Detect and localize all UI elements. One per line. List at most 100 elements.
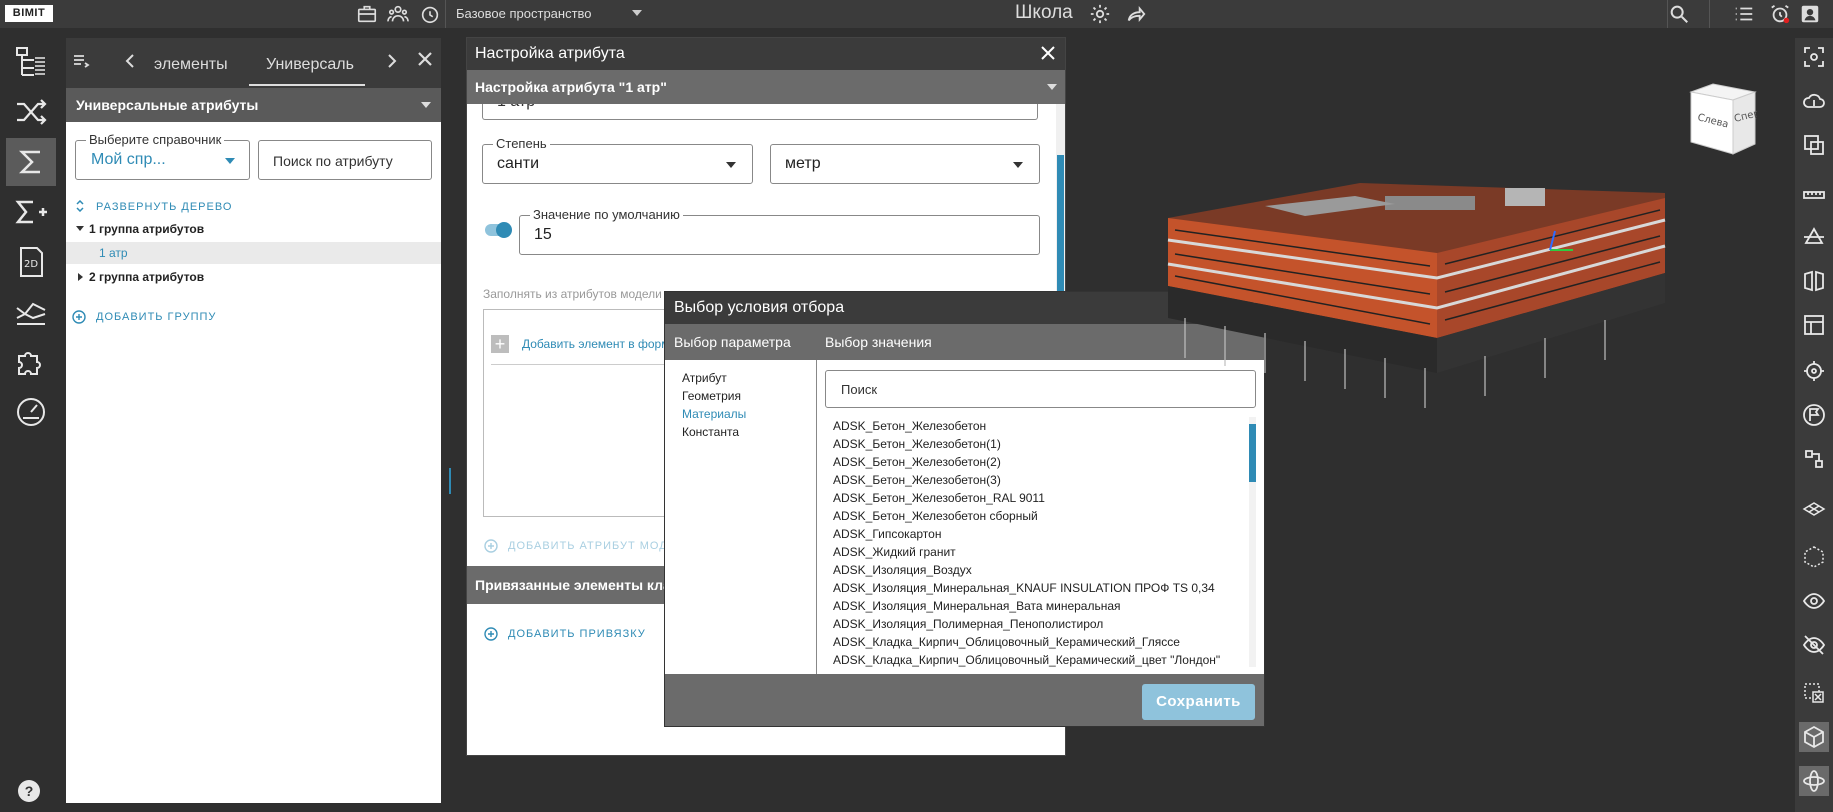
project-title: Школа xyxy=(1015,2,1073,23)
add-model-attribute-link[interactable]: ДОБАВИТЬ АТРИБУТ МОДЕЛ xyxy=(508,540,684,552)
chevron-down-icon[interactable] xyxy=(726,162,736,168)
add-group-link[interactable]: ДОБАВИТЬ ГРУППУ xyxy=(96,311,216,323)
attribute-search-placeholder: Поиск по атрибуту xyxy=(273,153,393,169)
unit-select[interactable]: метр xyxy=(770,144,1040,184)
param-item-materials[interactable]: Материалы xyxy=(682,407,746,421)
expand-icon[interactable] xyxy=(75,199,85,213)
list-item[interactable]: ADSK_Изоляция_Полимерная_Пенополистирол xyxy=(833,617,1103,631)
app-logo[interactable]: BIMIT xyxy=(5,5,53,22)
attribute-settings-scroll-thumb[interactable] xyxy=(1057,155,1064,295)
tree-group-1[interactable]: 1 группа атрибутов xyxy=(89,222,204,236)
focus-icon[interactable] xyxy=(1799,42,1829,72)
unit-value: метр xyxy=(785,155,821,172)
list-item[interactable]: ADSK_Бетон_Железобетон xyxy=(833,419,986,433)
puzzle-button[interactable] xyxy=(6,338,56,386)
2d-button[interactable]: 2D xyxy=(6,238,56,286)
tab-elements[interactable]: элементы xyxy=(154,56,228,74)
clock-icon[interactable] xyxy=(419,3,441,25)
add-circle-icon[interactable] xyxy=(72,310,86,324)
alarm-icon[interactable] xyxy=(1769,3,1791,25)
left-panel-header[interactable]: Универсальные атрибуты xyxy=(66,88,441,122)
default-value-field[interactable]: Значение по умолчанию 15 xyxy=(519,207,1040,255)
caret-down-icon[interactable] xyxy=(76,226,84,231)
clear-selection-icon[interactable] xyxy=(1799,678,1829,708)
space-select[interactable]: Базовое пространство xyxy=(456,6,592,21)
dictionary-select[interactable]: Выберите справочник Мой спр... xyxy=(75,132,250,180)
chevron-right-icon[interactable] xyxy=(385,52,399,75)
chevron-down-icon[interactable] xyxy=(225,158,235,164)
fill-from-label: Заполнять из атрибутов модели xyxy=(483,287,662,301)
param-item-constant[interactable]: Константа xyxy=(682,425,739,439)
tab-universal[interactable]: Универсаль xyxy=(266,56,382,74)
eye-icon[interactable] xyxy=(1799,586,1829,616)
help-button[interactable]: ? xyxy=(18,780,40,802)
attribute-settings-subheader-overlay[interactable]: Настройка атрибута "1 атр" xyxy=(467,70,1065,104)
list-item[interactable]: ADSK_Бетон_Железобетон_RAL 9011 xyxy=(833,491,1045,505)
expand-tree-link[interactable]: РАЗВЕРНУТЬ ДЕРЕВО xyxy=(96,201,232,213)
add-binding-link[interactable]: ДОБАВИТЬ ПРИВЯЗКУ xyxy=(508,628,646,640)
sum-button[interactable] xyxy=(6,138,56,186)
target-icon[interactable] xyxy=(1799,356,1829,386)
chevron-down-icon[interactable] xyxy=(632,10,642,16)
briefcase-icon[interactable] xyxy=(356,3,378,25)
tree-structure-button[interactable] xyxy=(6,38,56,86)
chevron-left-icon[interactable] xyxy=(123,52,137,75)
grid-plane-icon[interactable] xyxy=(1799,492,1829,522)
add-square-icon[interactable]: + xyxy=(491,335,509,353)
degree-select[interactable]: Степень санти xyxy=(482,136,753,184)
param-item-attribute[interactable]: Атрибут xyxy=(682,371,727,385)
account-icon[interactable] xyxy=(1799,3,1821,25)
add-formula-element-link[interactable]: Добавить элемент в форм xyxy=(522,337,669,351)
solid-view-icon[interactable] xyxy=(1799,722,1829,752)
top-divider xyxy=(445,0,446,28)
add-circle-icon[interactable] xyxy=(484,539,498,553)
eye-off-icon[interactable] xyxy=(1799,630,1829,660)
list-item[interactable]: ADSK_Бетон_Железобетон(1) xyxy=(833,437,1001,451)
list-item[interactable]: ADSK_Гипсокартон xyxy=(833,527,941,541)
selection-dialog-title: Выбор условия отбора xyxy=(674,299,845,316)
default-value-toggle-knob[interactable] xyxy=(496,222,512,238)
attribute-settings-subtitle: Настройка атрибута "1 атр" xyxy=(475,79,667,95)
close-icon[interactable] xyxy=(1040,45,1056,64)
gauge-button[interactable] xyxy=(6,388,56,436)
orbit-icon[interactable] xyxy=(1799,766,1829,796)
gear-icon[interactable] xyxy=(1089,3,1111,25)
shuffle-button[interactable] xyxy=(6,88,56,136)
list-item[interactable]: ADSK_Бетон_Железобетон(2) xyxy=(833,455,1001,469)
tree-group-2[interactable]: 2 группа атрибутов xyxy=(89,270,204,284)
list-icon[interactable] xyxy=(1733,3,1755,25)
param-item-geometry[interactable]: Геометрия xyxy=(682,389,741,403)
sum-plus-button[interactable] xyxy=(6,188,56,236)
chevron-down-icon[interactable] xyxy=(1047,84,1057,90)
add-circle-icon[interactable] xyxy=(484,627,498,641)
cloud-icon[interactable] xyxy=(1799,86,1829,116)
splitter-handle[interactable] xyxy=(449,468,451,494)
navigation-cube[interactable]: Слева Спер xyxy=(1683,82,1761,156)
left-panel-header-title: Универсальные атрибуты xyxy=(76,97,259,113)
share-icon[interactable] xyxy=(1125,3,1147,25)
cut-plane-icon[interactable] xyxy=(1799,222,1829,252)
list-item[interactable]: ADSK_Бетон_Железобетон сборный xyxy=(833,509,1038,523)
list-item[interactable]: ADSK_Бетон_Железобетон(3) xyxy=(833,473,1001,487)
caret-right-icon[interactable] xyxy=(78,273,83,281)
list-item[interactable]: ADSK_Жидкий гранит xyxy=(833,545,956,559)
column-divider xyxy=(816,360,817,674)
layout-icon[interactable] xyxy=(1799,310,1829,340)
users-icon[interactable] xyxy=(387,3,409,25)
chevron-down-icon[interactable] xyxy=(1013,162,1023,168)
svg-text:2D: 2D xyxy=(24,259,38,270)
ruler-icon[interactable] xyxy=(1799,180,1829,210)
chevron-down-icon[interactable] xyxy=(421,102,431,108)
search-icon[interactable] xyxy=(1668,3,1690,25)
chart-button[interactable] xyxy=(6,288,56,336)
split-view-icon[interactable] xyxy=(1799,266,1829,296)
flag-icon[interactable] xyxy=(1799,400,1829,430)
cube-outline-icon[interactable] xyxy=(1799,542,1829,572)
section-box-icon[interactable] xyxy=(1799,130,1829,160)
path-icon[interactable] xyxy=(1799,444,1829,474)
tree-item-attribute[interactable]: 1 атр xyxy=(99,246,128,260)
attribute-search-input[interactable]: Поиск по атрибуту xyxy=(258,140,432,180)
menu-icon[interactable] xyxy=(72,52,90,75)
list-item[interactable]: ADSK_Изоляция_Воздух xyxy=(833,563,972,577)
close-icon[interactable] xyxy=(416,50,434,73)
